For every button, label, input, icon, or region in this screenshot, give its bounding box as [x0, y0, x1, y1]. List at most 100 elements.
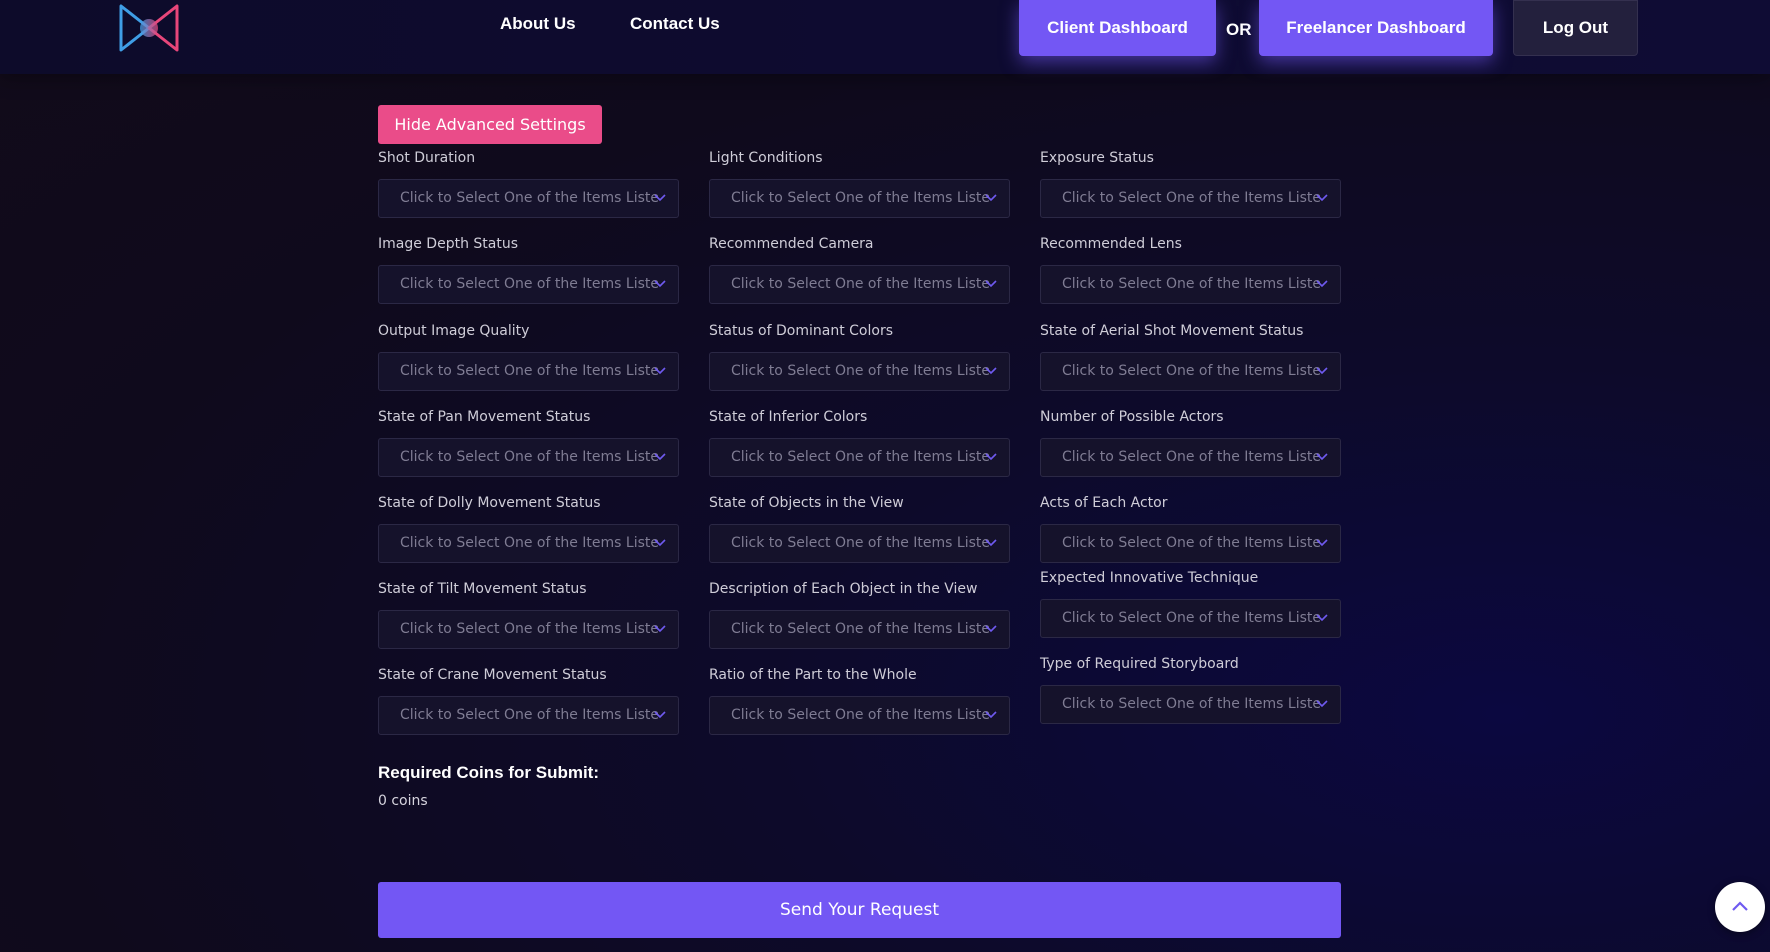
nav-contact-us[interactable]: Contact Us	[630, 14, 720, 34]
field-label: Number of Possible Actors	[1040, 409, 1224, 425]
objects-in-view-select[interactable]: Click to Select One of the Items Listed	[709, 524, 1010, 563]
innovative-technique-select[interactable]: Click to Select One of the Items Listed	[1040, 599, 1341, 638]
output-image-quality-select[interactable]: Click to Select One of the Items Listed	[378, 352, 679, 391]
field-dolly-movement-status: State of Dolly Movement Status Click to …	[378, 494, 679, 563]
chevron-down-icon	[1316, 700, 1328, 708]
crane-movement-status-select[interactable]: Click to Select One of the Items Listed	[378, 696, 679, 735]
field-dominant-colors: Status of Dominant Colors Click to Selec…	[709, 322, 1010, 391]
select-placeholder: Click to Select One of the Items Listed	[1062, 535, 1320, 551]
select-placeholder: Click to Select One of the Items Listed	[731, 535, 989, 551]
required-coins-title: Required Coins for Submit:	[378, 763, 599, 782]
field-label: State of Tilt Movement Status	[378, 581, 587, 597]
chevron-down-icon	[1316, 367, 1328, 375]
field-label: Expected Innovative Technique	[1040, 570, 1259, 586]
field-pan-movement-status: State of Pan Movement Status Click to Se…	[378, 408, 679, 477]
chevron-down-icon	[654, 194, 666, 202]
freelancer-dashboard-button[interactable]: Freelancer Dashboard	[1259, 0, 1493, 56]
field-recommended-lens: Recommended Lens Click to Select One of …	[1040, 235, 1341, 304]
inferior-colors-select[interactable]: Click to Select One of the Items Listed	[709, 438, 1010, 477]
chevron-down-icon	[1316, 280, 1328, 288]
recommended-lens-select[interactable]: Click to Select One of the Items Listed	[1040, 265, 1341, 304]
light-conditions-select[interactable]: Click to Select One of the Items Listed	[709, 179, 1010, 218]
select-placeholder: Click to Select One of the Items Listed	[400, 707, 658, 723]
field-object-description: Description of Each Object in the View C…	[709, 580, 1010, 649]
recommended-camera-select[interactable]: Click to Select One of the Items Listed	[709, 265, 1010, 304]
chevron-down-icon	[985, 539, 997, 547]
shot-duration-select[interactable]: Click to Select One of the Items Listed	[378, 179, 679, 218]
chevron-down-icon	[1316, 453, 1328, 461]
storyboard-type-select[interactable]: Click to Select One of the Items Listed	[1040, 685, 1341, 724]
select-placeholder: Click to Select One of the Items Listed	[400, 190, 658, 206]
aerial-shot-movement-select[interactable]: Click to Select One of the Items Listed	[1040, 352, 1341, 391]
field-label: State of Crane Movement Status	[378, 667, 607, 683]
chevron-down-icon	[1316, 539, 1328, 547]
dolly-movement-status-select[interactable]: Click to Select One of the Items Listed	[378, 524, 679, 563]
select-placeholder: Click to Select One of the Items Listed	[731, 276, 989, 292]
field-label: Description of Each Object in the View	[709, 581, 978, 597]
nav-about-us[interactable]: About Us	[500, 14, 576, 34]
field-image-depth-status: Image Depth Status Click to Select One o…	[378, 235, 679, 304]
client-dashboard-button[interactable]: Client Dashboard	[1019, 0, 1216, 56]
field-storyboard-type: Type of Required Storyboard Click to Sel…	[1040, 655, 1341, 724]
select-placeholder: Click to Select One of the Items Listed	[1062, 276, 1320, 292]
field-acts-of-each-actor: Acts of Each Actor Click to Select One o…	[1040, 494, 1341, 563]
dominant-colors-select[interactable]: Click to Select One of the Items Listed	[709, 352, 1010, 391]
logo-icon[interactable]	[118, 3, 180, 53]
acts-of-each-actor-select[interactable]: Click to Select One of the Items Listed	[1040, 524, 1341, 563]
field-innovative-technique: Expected Innovative Technique Click to S…	[1040, 569, 1341, 638]
object-description-select[interactable]: Click to Select One of the Items Listed	[709, 610, 1010, 649]
field-recommended-camera: Recommended Camera Click to Select One o…	[709, 235, 1010, 304]
chevron-down-icon	[985, 453, 997, 461]
chevron-down-icon	[654, 280, 666, 288]
field-label: Type of Required Storyboard	[1040, 656, 1239, 672]
exposure-status-select[interactable]: Click to Select One of the Items Listed	[1040, 179, 1341, 218]
select-placeholder: Click to Select One of the Items Listed	[1062, 449, 1320, 465]
select-placeholder: Click to Select One of the Items Listed	[400, 449, 658, 465]
select-placeholder: Click to Select One of the Items Listed	[731, 190, 989, 206]
chevron-down-icon	[1316, 194, 1328, 202]
field-shot-duration: Shot Duration Click to Select One of the…	[378, 149, 679, 218]
field-crane-movement-status: State of Crane Movement Status Click to …	[378, 666, 679, 735]
logout-button[interactable]: Log Out	[1513, 0, 1638, 56]
select-placeholder: Click to Select One of the Items Listed	[1062, 696, 1320, 712]
field-inferior-colors: State of Inferior Colors Click to Select…	[709, 408, 1010, 477]
chevron-down-icon	[985, 367, 997, 375]
select-placeholder: Click to Select One of the Items Listed	[731, 363, 989, 379]
select-placeholder: Click to Select One of the Items Listed	[1062, 363, 1320, 379]
hide-advanced-settings-button[interactable]: Hide Advanced Settings	[378, 105, 602, 144]
required-coins-value: 0 coins	[378, 793, 428, 809]
select-placeholder: Click to Select One of the Items Listed	[400, 621, 658, 637]
send-request-button[interactable]: Send Your Request	[378, 882, 1341, 938]
chevron-down-icon	[985, 711, 997, 719]
field-light-conditions: Light Conditions Click to Select One of …	[709, 149, 1010, 218]
select-placeholder: Click to Select One of the Items Listed	[731, 707, 989, 723]
field-label: State of Inferior Colors	[709, 409, 868, 425]
tilt-movement-status-select[interactable]: Click to Select One of the Items Listed	[378, 610, 679, 649]
possible-actors-select[interactable]: Click to Select One of the Items Listed	[1040, 438, 1341, 477]
field-tilt-movement-status: State of Tilt Movement Status Click to S…	[378, 580, 679, 649]
chevron-down-icon	[985, 280, 997, 288]
chevron-down-icon	[985, 625, 997, 633]
field-output-image-quality: Output Image Quality Click to Select One…	[378, 322, 679, 391]
chevron-down-icon	[654, 367, 666, 375]
or-separator: OR	[1226, 20, 1252, 39]
select-placeholder: Click to Select One of the Items Listed	[1062, 190, 1320, 206]
field-label: Shot Duration	[378, 150, 476, 166]
image-depth-status-select[interactable]: Click to Select One of the Items Listed	[378, 265, 679, 304]
field-possible-actors: Number of Possible Actors Click to Selec…	[1040, 408, 1341, 477]
field-label: State of Pan Movement Status	[378, 409, 591, 425]
field-part-to-whole-ratio: Ratio of the Part to the Whole Click to …	[709, 666, 1010, 735]
scroll-to-top-button[interactable]	[1715, 882, 1765, 932]
chevron-down-icon	[654, 625, 666, 633]
field-aerial-shot-movement: State of Aerial Shot Movement Status Cli…	[1040, 322, 1341, 391]
select-placeholder: Click to Select One of the Items Listed	[731, 449, 989, 465]
field-label: State of Dolly Movement Status	[378, 495, 601, 511]
chevron-down-icon	[1316, 614, 1328, 622]
pan-movement-status-select[interactable]: Click to Select One of the Items Listed	[378, 438, 679, 477]
field-label: State of Objects in the View	[709, 495, 904, 511]
chevron-down-icon	[654, 539, 666, 547]
field-exposure-status: Exposure Status Click to Select One of t…	[1040, 149, 1341, 218]
field-label: Image Depth Status	[378, 236, 518, 252]
part-to-whole-ratio-select[interactable]: Click to Select One of the Items Listed	[709, 696, 1010, 735]
select-placeholder: Click to Select One of the Items Listed	[400, 363, 658, 379]
